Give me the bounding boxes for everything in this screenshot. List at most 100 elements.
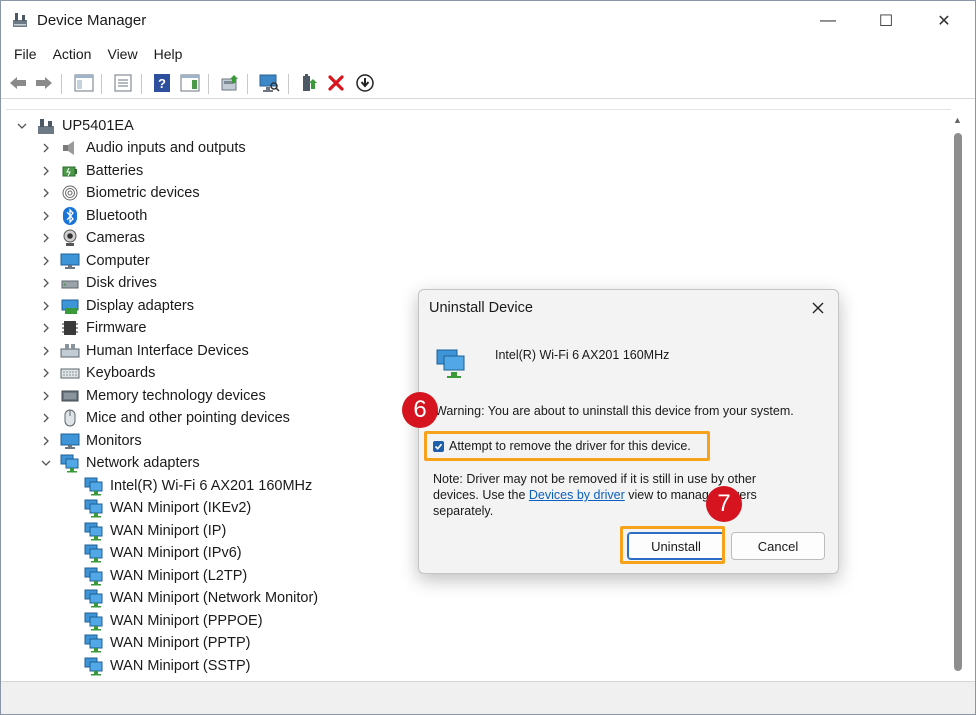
tree-root-item[interactable]: UP5401EA	[36, 115, 134, 137]
tree-device-item[interactable]: WAN Miniport (IKEv2)	[84, 497, 251, 519]
tree-expand-chevron[interactable]	[40, 435, 52, 447]
help-button[interactable]: ?	[151, 72, 173, 94]
tree-device-item[interactable]: WAN Miniport (IPv6)	[84, 542, 242, 564]
menu-bar: File Action View Help	[1, 41, 975, 67]
tree-category-item[interactable]: Monitors	[60, 430, 142, 452]
tree-category-item[interactable]: Display adapters	[60, 295, 194, 317]
chevron-right-icon	[43, 233, 49, 243]
mouse-icon	[64, 409, 76, 427]
tree-expand-chevron[interactable]	[40, 390, 52, 402]
dialog-device-name: Intel(R) Wi-Fi 6 AX201 160MHz	[495, 348, 670, 362]
toolbar-separator	[288, 74, 289, 94]
tree-category-item[interactable]: Mice and other pointing devices	[60, 407, 290, 429]
battery-icon	[62, 166, 77, 176]
tree-expand-chevron[interactable]	[40, 300, 52, 312]
tree-expand-chevron[interactable]	[40, 367, 52, 379]
tree-device-item[interactable]: WAN Miniport (PPTP)	[84, 632, 250, 654]
tree-category-item[interactable]: Firmware	[60, 317, 146, 339]
chevron-right-icon	[43, 211, 49, 220]
tree-device-label: WAN Miniport (IKEv2)	[110, 500, 252, 516]
tree-category-item[interactable]: Memory technology devices	[60, 385, 266, 407]
cancel-button[interactable]: Cancel	[731, 532, 825, 560]
show-hide-console-tree-button[interactable]	[73, 72, 95, 94]
tree-device-label: WAN Miniport (L2TP)	[110, 567, 248, 584]
scroll-up-arrow-icon[interactable]: ▲	[953, 115, 962, 125]
properties-button[interactable]	[112, 72, 134, 94]
minimize-button[interactable]: —	[799, 1, 857, 41]
close-icon	[812, 302, 824, 314]
tree-category-item[interactable]: Cameras	[60, 227, 145, 249]
uninstall-device-button[interactable]	[325, 72, 347, 94]
tree-category-item[interactable]: Network adapters	[60, 452, 200, 474]
update-driver-button[interactable]	[219, 72, 241, 94]
tree-category-item[interactable]: Human Interface Devices	[60, 340, 249, 362]
memory-icon	[61, 390, 79, 401]
hid-icon	[60, 343, 80, 357]
tree-category-item[interactable]: Biometric devices	[60, 182, 200, 204]
close-button[interactable]: ✕	[915, 1, 973, 41]
device-manager-window: Device Manager — ☐ ✕ File Action View He…	[0, 0, 976, 715]
devices-by-driver-link[interactable]: Devices by driver	[529, 488, 625, 502]
menu-action[interactable]: Action	[45, 41, 100, 67]
tree-device-item[interactable]: WAN Miniport (IP)	[84, 520, 226, 542]
tree-category-item[interactable]: Batteries	[60, 160, 143, 182]
tree-device-label: WAN Miniport (SSTP)	[110, 657, 251, 674]
menu-view[interactable]: View	[99, 41, 145, 67]
network-icon	[60, 454, 79, 473]
network-adapter-icon	[436, 349, 465, 378]
chevron-right-icon	[43, 166, 49, 175]
chevron-right-icon	[43, 278, 49, 288]
action-pane-button[interactable]	[179, 72, 201, 94]
tree-expand-chevron[interactable]	[40, 232, 52, 244]
down-arrow-circle-icon	[356, 74, 374, 92]
tree-device-item[interactable]: Intel(R) Wi-Fi 6 AX201 160MHz	[84, 475, 312, 497]
tree-expand-chevron[interactable]	[40, 165, 52, 177]
dialog-device-header: Intel(R) Wi-Fi 6 AX201 160MHz	[419, 328, 838, 390]
tree-device-item[interactable]: WAN Miniport (L2TP)	[84, 565, 247, 587]
back-button[interactable]	[7, 72, 29, 94]
tree-expand-chevron[interactable]	[40, 210, 52, 222]
tree-expand-chevron[interactable]	[40, 255, 52, 267]
close-icon: ✕	[937, 13, 951, 30]
tree-expand-chevron[interactable]	[40, 457, 52, 469]
help-icon: ?	[154, 74, 170, 92]
scrollbar-thumb[interactable]	[954, 133, 962, 671]
tree-category-item[interactable]: Computer	[60, 250, 150, 272]
tree-expand-chevron[interactable]	[40, 142, 52, 154]
tree-device-item[interactable]: WAN Miniport (PPPOE)	[84, 610, 263, 632]
dialog-close-button[interactable]	[806, 296, 830, 320]
tree-expand-chevron[interactable]	[40, 322, 52, 334]
chevron-right-icon	[43, 323, 49, 333]
scan-hardware-button[interactable]	[258, 72, 280, 94]
tree-category-item[interactable]: Keyboards	[60, 362, 155, 384]
tree-device-item[interactable]: WAN Miniport (Network Monitor)	[84, 587, 318, 609]
tree-category-item[interactable]: Bluetooth	[60, 205, 147, 227]
menu-file[interactable]: File	[6, 41, 45, 67]
tree-expand-chevron[interactable]	[40, 187, 52, 199]
tree-expand-chevron[interactable]	[40, 345, 52, 357]
maximize-button[interactable]: ☐	[857, 1, 915, 41]
menu-help[interactable]: Help	[146, 41, 191, 67]
tree-expand-chevron-root[interactable]	[16, 120, 28, 132]
step-6-badge: 6	[402, 392, 438, 428]
vertical-scrollbar[interactable]: ▲	[951, 109, 969, 679]
tree-category-item[interactable]: Audio inputs and outputs	[60, 137, 246, 159]
back-arrow-icon	[10, 77, 26, 89]
add-driver-button[interactable]	[298, 72, 320, 94]
tree-category-label: Human Interface Devices	[86, 342, 249, 359]
tree-category-label: Memory technology devices	[86, 387, 266, 404]
tree-category-label: Audio inputs and outputs	[86, 140, 246, 156]
dialog-warning-text: Warning: You are about to uninstall this…	[435, 404, 794, 418]
forward-button[interactable]	[33, 72, 55, 94]
tree-expand-chevron[interactable]	[40, 412, 52, 424]
chevron-right-icon	[43, 188, 49, 198]
red-x-icon	[328, 75, 344, 91]
chevron-down-icon	[17, 123, 27, 129]
tree-device-label: WAN Miniport (IPv6)	[110, 545, 242, 561]
tree-category-item[interactable]: Disk drives	[60, 272, 157, 294]
tree-expand-chevron[interactable]	[40, 277, 52, 289]
chevron-right-icon	[43, 256, 49, 265]
network-icon	[84, 544, 103, 563]
disable-device-button[interactable]	[354, 72, 376, 94]
tree-device-item[interactable]: WAN Miniport (SSTP)	[84, 655, 250, 677]
